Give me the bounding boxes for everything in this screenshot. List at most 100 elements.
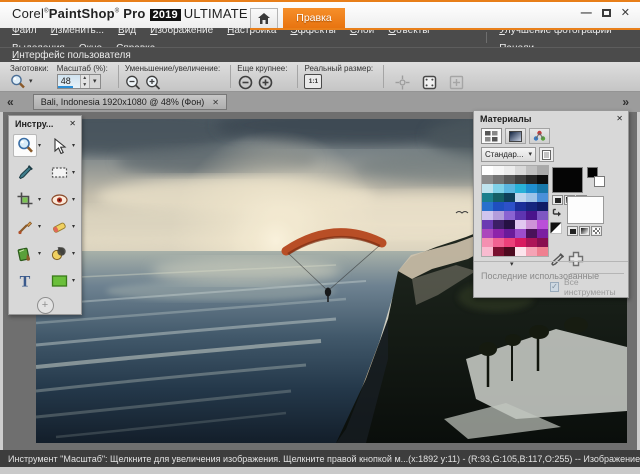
black-white-reset-icon[interactable] [550,221,562,239]
zoom-in-button[interactable] [145,74,162,91]
color-swatch[interactable] [537,202,548,211]
color-swatch[interactable] [526,166,537,175]
zoom-dropdown-button[interactable]: ▾ [89,75,100,88]
flood-fill-tool[interactable] [13,242,37,265]
clone-tool-flyout-caret-icon[interactable]: ▾ [72,250,77,257]
color-swatch[interactable] [515,202,526,211]
color-swatch[interactable] [537,238,548,247]
color-swatch[interactable] [515,166,526,175]
increase-button[interactable] [257,74,274,91]
color-swatch[interactable] [515,193,526,202]
pick-tool[interactable] [47,134,71,157]
text-tool[interactable]: T [13,269,37,292]
shape-tool[interactable] [47,269,71,292]
color-swatch[interactable] [504,229,515,238]
color-swatch[interactable] [504,175,515,184]
eraser-tool[interactable] [47,215,71,238]
color-swatch[interactable] [526,184,537,193]
color-swatch[interactable] [493,166,504,175]
color-swatch[interactable] [515,211,526,220]
mixer-tab[interactable] [529,128,550,144]
swatches-tab[interactable] [481,128,502,144]
color-swatch[interactable] [482,238,493,247]
red-eye-tool-flyout-caret-icon[interactable]: ▾ [72,196,77,203]
maximize-button[interactable] [602,9,611,17]
color-swatch[interactable] [493,229,504,238]
color-swatch[interactable] [504,184,515,193]
selection-tool-flyout-caret-icon[interactable]: ▾ [72,169,77,176]
color-swatch[interactable] [526,211,537,220]
decrease-button[interactable] [237,74,254,91]
edit-workspace-tab[interactable]: Правка [283,8,345,28]
color-swatch[interactable] [515,220,526,229]
color-swatch[interactable] [537,229,548,238]
selection-tool[interactable] [47,161,71,184]
color-swatch[interactable] [482,184,493,193]
color-swatch[interactable] [537,193,548,202]
presets-button[interactable] [10,74,26,89]
fit-image-button[interactable] [421,74,438,91]
color-swatch[interactable] [515,175,526,184]
color-swatch[interactable] [515,229,526,238]
color-swatch[interactable] [493,238,504,247]
bg-solid-button[interactable] [567,226,578,236]
color-swatch[interactable] [482,193,493,202]
scroll-tabs-right-icon[interactable]: » [615,95,636,109]
color-swatch[interactable] [504,220,515,229]
zoom-tool-flyout-caret-icon[interactable]: ▾ [38,142,43,149]
pan-center-button[interactable] [394,74,411,91]
color-swatch[interactable] [504,247,515,256]
mini-background-swatch[interactable] [594,176,605,187]
flood-fill-tool-flyout-caret-icon[interactable]: ▾ [38,250,43,257]
document-tab-close-icon[interactable]: ✕ [212,98,219,107]
color-swatch[interactable] [526,229,537,238]
color-swatch[interactable] [537,184,548,193]
zoom-value-field[interactable]: 48 [58,75,80,88]
color-swatch[interactable] [493,175,504,184]
color-swatch[interactable] [504,202,515,211]
color-swatch[interactable] [504,238,515,247]
color-swatch[interactable] [504,193,515,202]
bg-pattern-button[interactable] [591,226,602,236]
materials-panel-header[interactable]: Материалы ✕ [474,111,628,126]
color-swatch[interactable] [482,175,493,184]
color-swatch[interactable] [504,211,515,220]
palette-options-button[interactable] [539,147,554,162]
color-swatch[interactable] [482,229,493,238]
fit-window-button[interactable] [448,74,465,91]
actual-size-button[interactable]: 1:1 [304,74,322,89]
tools-panel-close-icon[interactable]: ✕ [69,119,76,128]
background-color-swatch[interactable] [567,196,604,224]
color-swatch[interactable] [493,247,504,256]
color-swatch[interactable] [493,193,504,202]
zoom-out-button[interactable] [125,74,142,91]
dropper-tool[interactable] [13,161,37,184]
palette-select[interactable]: Стандар... ▾ [481,147,536,162]
clone-tool[interactable] [47,242,71,265]
color-swatch[interactable] [482,247,493,256]
paint-brush-tool[interactable] [13,215,37,238]
menu-item-ui[interactable]: Интерфейс пользователя [12,50,131,61]
color-swatch[interactable] [526,247,537,256]
tools-panel-header[interactable]: Инстру... ✕ [9,116,81,131]
color-swatch[interactable] [526,220,537,229]
fg-solid-button[interactable] [552,195,563,205]
color-swatch[interactable] [493,211,504,220]
color-swatch[interactable] [504,166,515,175]
color-swatch[interactable] [526,238,537,247]
color-swatch[interactable] [526,202,537,211]
red-eye-tool[interactable] [47,188,71,211]
crop-tool-flyout-caret-icon[interactable]: ▾ [38,196,43,203]
color-swatch[interactable] [526,193,537,202]
foreground-color-swatch[interactable] [552,167,583,193]
color-swatch[interactable] [515,184,526,193]
color-swatch[interactable] [482,202,493,211]
zoom-tool[interactable] [13,134,37,157]
eraser-tool-flyout-caret-icon[interactable]: ▾ [72,223,77,230]
presets-caret-icon[interactable]: ▾ [29,78,33,86]
crop-tool[interactable] [13,188,37,211]
color-swatch[interactable] [493,184,504,193]
color-swatch[interactable] [482,211,493,220]
pick-tool-flyout-caret-icon[interactable]: ▾ [72,142,77,149]
color-swatch[interactable] [537,247,548,256]
